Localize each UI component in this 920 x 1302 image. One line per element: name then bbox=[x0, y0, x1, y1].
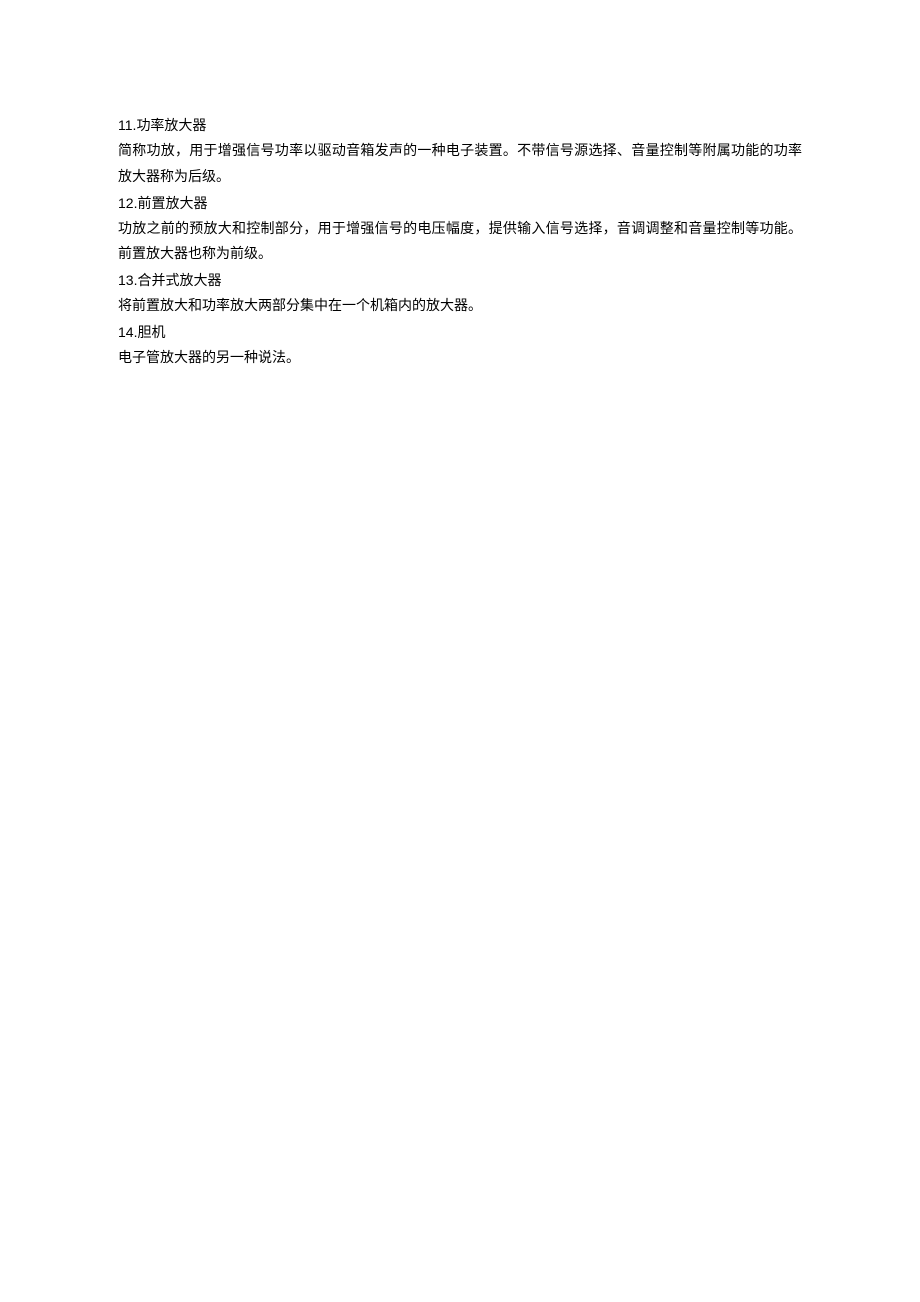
item-number: 12. bbox=[118, 195, 137, 211]
item-title: 13.合并式放大器 bbox=[118, 268, 802, 294]
item-description: 功放之前的预放大和控制部分，用于增强信号的电压幅度，提供输入信号选择，音调调整和… bbox=[118, 217, 802, 269]
item-title-text: 胆机 bbox=[137, 324, 165, 340]
item-11: 11.功率放大器 简称功放，用于增强信号功率以驱动音箱发声的一种电子装置。不带信… bbox=[118, 113, 802, 191]
item-title: 12.前置放大器 bbox=[118, 191, 802, 217]
item-title: 11.功率放大器 bbox=[118, 113, 802, 139]
item-description: 电子管放大器的另一种说法。 bbox=[118, 346, 802, 372]
item-title: 14.胆机 bbox=[118, 320, 802, 346]
item-title-text: 前置放大器 bbox=[137, 195, 207, 211]
item-title-text: 功率放大器 bbox=[136, 117, 206, 133]
item-number: 13. bbox=[118, 272, 137, 288]
item-description: 将前置放大和功率放大两部分集中在一个机箱内的放大器。 bbox=[118, 294, 802, 320]
item-description: 简称功放，用于增强信号功率以驱动音箱发声的一种电子装置。不带信号源选择、音量控制… bbox=[118, 139, 802, 191]
item-number: 14. bbox=[118, 324, 137, 340]
document-content: 11.功率放大器 简称功放，用于增强信号功率以驱动音箱发声的一种电子装置。不带信… bbox=[118, 113, 802, 372]
item-13: 13.合并式放大器 将前置放大和功率放大两部分集中在一个机箱内的放大器。 bbox=[118, 268, 802, 320]
item-14: 14.胆机 电子管放大器的另一种说法。 bbox=[118, 320, 802, 372]
item-12: 12.前置放大器 功放之前的预放大和控制部分，用于增强信号的电压幅度，提供输入信… bbox=[118, 191, 802, 269]
item-title-text: 合并式放大器 bbox=[137, 272, 221, 288]
item-number: 11. bbox=[118, 117, 136, 133]
